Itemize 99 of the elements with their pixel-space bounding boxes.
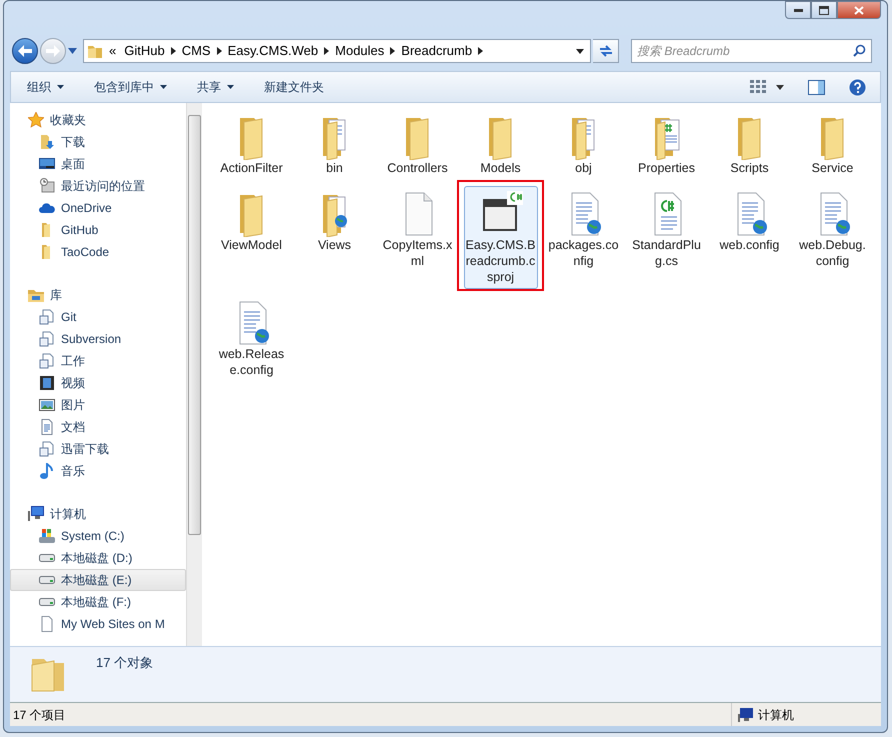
refresh-icon [598, 44, 614, 58]
library-document-icon [39, 441, 55, 457]
computer-icon [738, 708, 754, 722]
file-item[interactable]: web.config [712, 186, 786, 289]
file-icon [39, 616, 55, 632]
toolbar-menu[interactable]: 包含到库中 [88, 75, 173, 99]
sidebar-item[interactable]: 本地磁盘 (F:) [10, 591, 186, 613]
recent-places-icon [39, 178, 55, 194]
search-icon [853, 44, 866, 57]
library-document-icon [39, 309, 55, 325]
file-item[interactable]: CopyItems.xml [380, 186, 454, 289]
sidebar-item[interactable]: 最近访问的位置 [10, 175, 186, 197]
file-item[interactable]: web.Debug.config [796, 186, 870, 289]
chevron-icon[interactable] [216, 47, 222, 55]
music-note-icon [39, 463, 55, 479]
sidebar-header[interactable]: 计算机 [10, 503, 186, 525]
sidebar-item[interactable]: 图片 [10, 394, 186, 416]
caret-icon[interactable] [776, 84, 784, 90]
file-item[interactable]: StandardPlug.cs [630, 186, 704, 289]
sidebar-item[interactable]: 本地磁盘 (D:) [10, 547, 186, 569]
toolbar-menu[interactable]: 共享 [191, 75, 240, 99]
scrollbar[interactable] [186, 103, 202, 646]
library-document-icon [39, 353, 55, 369]
file-item[interactable]: Scripts [712, 109, 786, 180]
preview-pane-icon[interactable] [808, 80, 825, 94]
minimize-icon [794, 8, 802, 12]
file-item[interactable]: obj [546, 109, 620, 180]
system-drive-icon [39, 528, 55, 544]
download-folder-icon [39, 134, 55, 150]
address-bar[interactable]: « GitHub CMS Easy.CMS.Web Modules Breadcrumb [83, 39, 591, 63]
library-document-icon [39, 331, 55, 347]
sidebar-item[interactable]: TaoCode [10, 241, 186, 263]
sidebar-item[interactable]: 下载 [10, 131, 186, 153]
sidebar-item[interactable]: 视频 [10, 372, 186, 394]
left-arrow-icon [18, 45, 32, 57]
file-item[interactable]: ActionFilter [214, 109, 288, 180]
file-item[interactable]: bin [298, 109, 372, 180]
sidebar-item[interactable]: 工作 [10, 350, 186, 372]
close-icon [854, 6, 864, 14]
maximize-button[interactable] [811, 1, 837, 19]
sidebar-item[interactable]: 本地磁盘 (E:) [10, 569, 186, 591]
minimize-button[interactable] [785, 1, 811, 19]
file-item[interactable]: ViewModel [214, 186, 288, 289]
status-location: 计算机 [758, 706, 794, 724]
file-item[interactable]: Models [464, 109, 538, 180]
file-item[interactable]: Easy.CMS.Breadcrumb.csproj [464, 186, 538, 289]
sidebar-item[interactable]: 桌面 [10, 153, 186, 175]
view-grid-icon[interactable] [750, 80, 766, 94]
sidebar-item[interactable]: OneDrive [10, 197, 186, 219]
sidebar-item[interactable]: 迅雷下载 [10, 438, 186, 460]
search-field[interactable]: 搜索 Breadcrumb [631, 39, 872, 63]
file-item[interactable]: Service [796, 109, 870, 180]
breadcrumb-segment[interactable]: GitHub [124, 41, 165, 61]
file-item[interactable]: Views [298, 186, 372, 289]
file-item[interactable]: Controllers [380, 109, 454, 180]
document-icon [39, 419, 55, 435]
close-button[interactable] [837, 1, 881, 19]
back-button[interactable] [12, 38, 38, 64]
library-icon [28, 287, 44, 303]
breadcrumb-segment[interactable]: Breadcrumb [401, 41, 472, 61]
overflow-chevron[interactable]: « [109, 41, 116, 61]
sidebar-header[interactable]: 库 [10, 284, 186, 306]
folder-icon [87, 44, 103, 58]
sidebar-item[interactable]: Git [10, 306, 186, 328]
sidebar-item[interactable]: 文档 [10, 416, 186, 438]
film-icon [39, 375, 55, 391]
sidebar-item[interactable]: GitHub [10, 219, 186, 241]
sidebar-item[interactable]: My Web Sites on M [10, 613, 186, 635]
chevron-icon[interactable] [390, 47, 396, 55]
star-icon [28, 112, 44, 128]
computer-icon [28, 506, 44, 522]
file-item[interactable]: packages.config [546, 186, 620, 289]
chevron-icon[interactable] [324, 47, 330, 55]
status-text: 17 个项目 [13, 706, 66, 724]
hard-drive-icon [39, 576, 55, 584]
toolbar-menu[interactable]: 新建文件夹 [258, 75, 330, 99]
desktop-icon [39, 156, 55, 172]
breadcrumb-segment[interactable]: Modules [335, 41, 384, 61]
sidebar-item[interactable]: 音乐 [10, 460, 186, 482]
right-arrow-icon [46, 45, 60, 57]
caret-icon[interactable] [576, 48, 584, 54]
restore-icon [819, 6, 829, 14]
refresh-button[interactable] [593, 39, 619, 63]
picture-icon [39, 397, 55, 413]
hard-drive-icon [39, 598, 55, 606]
sidebar-header[interactable]: 收藏夹 [10, 109, 186, 131]
chevron-icon[interactable] [478, 47, 484, 55]
sidebar-item[interactable]: System (C:) [10, 525, 186, 547]
breadcrumb-segment[interactable]: Easy.CMS.Web [228, 41, 318, 61]
scrollbar-thumb[interactable] [188, 115, 201, 535]
help-icon[interactable] [849, 78, 866, 96]
sidebar-item[interactable]: Subversion [10, 328, 186, 350]
breadcrumb-segment[interactable]: CMS [182, 41, 211, 61]
hard-drive-icon [39, 554, 55, 562]
details-text: 17 个对象 [96, 654, 154, 672]
file-item[interactable]: web.Release.config [214, 295, 288, 382]
chevron-icon[interactable] [170, 47, 176, 55]
toolbar-menu[interactable]: 组织 [21, 75, 70, 99]
file-item[interactable]: Properties [630, 109, 704, 180]
